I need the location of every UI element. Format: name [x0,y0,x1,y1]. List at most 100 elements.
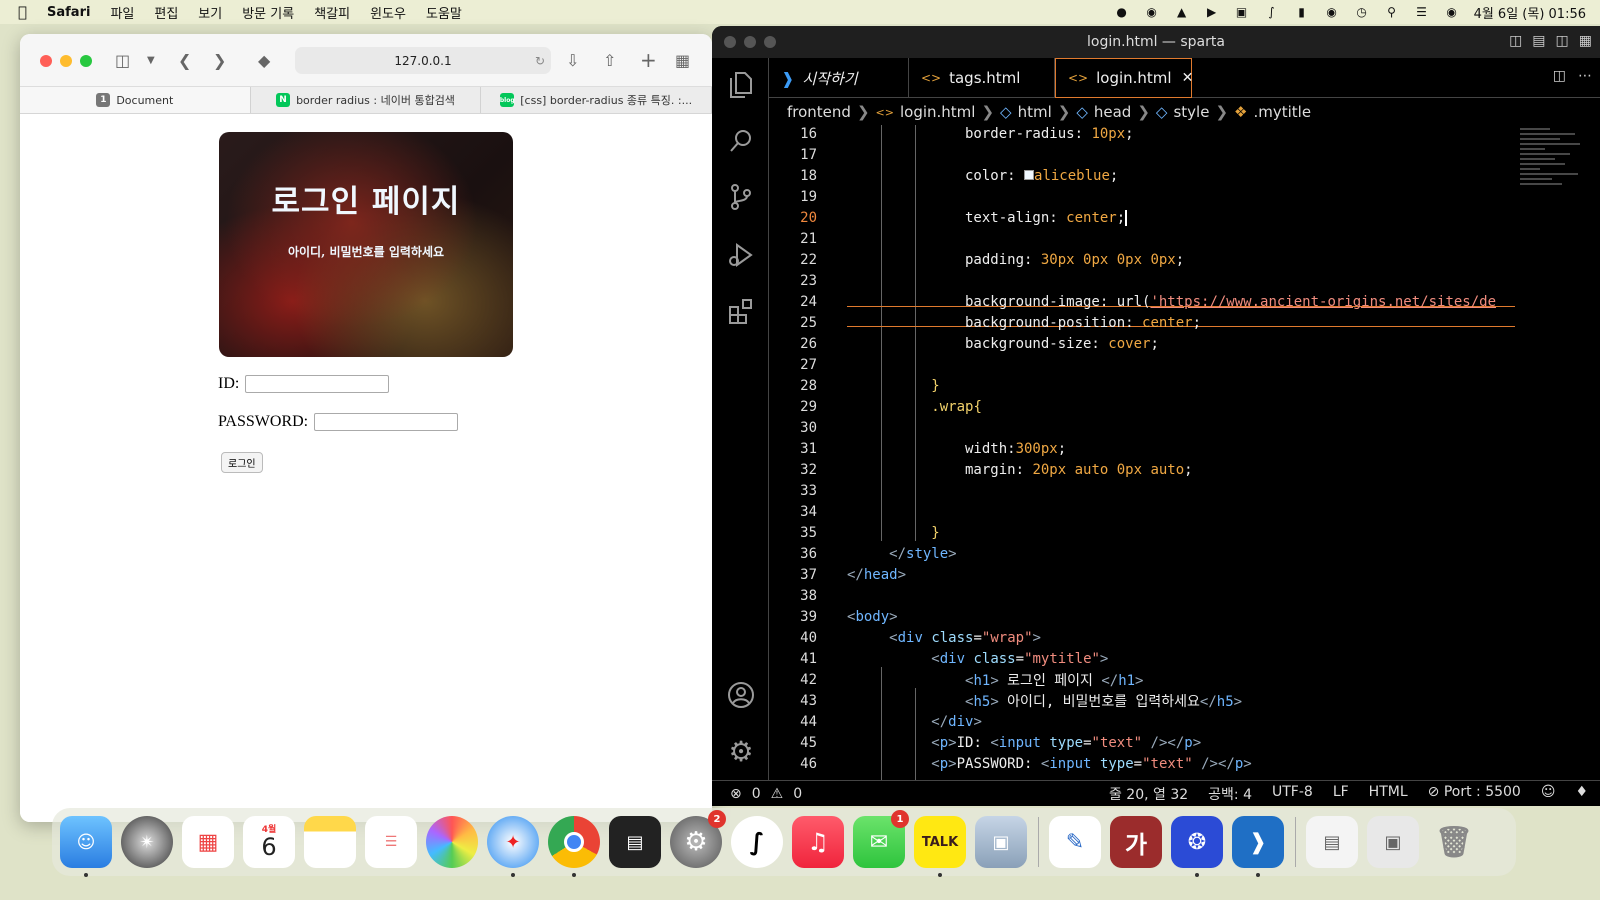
notifications-bell-icon[interactable]: ♦ [1575,784,1588,804]
menu-item-window[interactable]: 윈도우 [370,3,406,22]
finder-icon[interactable]: ☺ [60,816,112,877]
network-app-icon[interactable]: ❂ [1171,816,1223,877]
split-editor-icon[interactable]: ◫ [1553,68,1566,84]
music-icon[interactable]: ♫ [792,816,844,868]
bluetooth-icon[interactable]: ∫ [1264,5,1280,19]
status-app-icon[interactable]: ● [1114,5,1130,19]
menu-item-help[interactable]: 도움말 [426,3,462,22]
file-encoding[interactable]: UTF-8 [1272,784,1313,804]
input-source-icon[interactable]: ▣ [1234,5,1250,19]
close-tab-icon[interactable]: ✕ [1182,70,1194,86]
password-input[interactable] [314,413,459,431]
login-button[interactable]: 로그인 [221,452,263,473]
battery-icon[interactable]: ▮ [1294,5,1310,19]
source-control-icon[interactable] [726,182,756,212]
menu-item-view[interactable]: 보기 [198,3,222,22]
menu-item-bookmarks[interactable]: 책갈피 [314,3,350,22]
more-actions-icon[interactable]: ⋯ [1578,68,1592,84]
siri-icon[interactable]: ◉ [1444,5,1460,19]
breadcrumb-selector[interactable]: .mytitle [1253,103,1311,121]
problems-indicator[interactable]: ⊗ 0 ⚠ 0 [712,786,802,802]
zoom-window-button[interactable] [80,55,92,67]
minimap[interactable] [1520,125,1592,245]
indentation[interactable]: 공백: 4 [1208,784,1252,804]
launchpad-rocket-icon[interactable]: ✴ [121,816,173,868]
document-stack-icon[interactable]: ▤ [1306,816,1358,868]
address-bar[interactable]: 127.0.0.1 ↻ [295,47,551,74]
cursor-position[interactable]: 줄 20, 열 32 [1109,784,1188,804]
forward-arrow-icon[interactable]: ❯ [213,48,226,72]
kakaotalk-icon[interactable]: TALK [914,816,966,877]
minimize-window-button[interactable] [60,55,72,67]
control-center-icon[interactable]: ☰ [1414,5,1430,19]
toggle-sidebar-icon[interactable]: ◫ [1509,33,1522,49]
extensions-icon[interactable] [726,296,756,326]
menu-app-name[interactable]: Safari [47,5,90,20]
close-window-button[interactable] [40,55,52,67]
safari-compass-icon[interactable]: ✦ [487,816,539,877]
end-of-line[interactable]: LF [1333,784,1349,804]
run-debug-icon[interactable] [726,240,756,270]
feedback-icon[interactable]: ☺ [1541,784,1556,804]
search-icon[interactable] [726,126,756,156]
system-settings-icon[interactable]: ⚙ 2 [670,810,726,868]
close-window-button[interactable] [724,36,736,48]
code-editor[interactable]: 16 border-radius: 10px; 17 18 color: ali… [769,125,1600,780]
breadcrumb-style[interactable]: style [1173,103,1209,121]
menu-item-file[interactable]: 파일 [110,3,134,22]
dictionary-icon[interactable]: 가 [1110,816,1162,868]
breadcrumb-file[interactable]: login.html [900,103,975,121]
shortcut-app-icon[interactable]: ∫ [731,816,783,868]
calendar-icon[interactable]: 4월 6 [243,816,295,868]
toggle-secondary-sidebar-icon[interactable]: ◫ [1556,33,1569,49]
new-tab-icon[interactable]: + [640,48,657,72]
textedit-pen-icon[interactable]: ✎ [1049,816,1101,868]
back-arrow-icon[interactable]: ❮ [178,48,191,72]
notes-icon[interactable] [304,816,356,868]
safari-tab-naver[interactable]: N border radius : 네이버 통합검색 [251,87,482,113]
reload-icon[interactable]: ↻ [535,54,545,68]
status-record-icon[interactable]: ◉ [1144,5,1160,19]
menu-item-edit[interactable]: 편집 [154,3,178,22]
download-icon[interactable]: ⇩ [566,48,579,72]
vscode-icon[interactable]: ❱ [1232,816,1284,877]
tab-overview-icon[interactable]: ▦ [675,48,690,72]
trash-icon[interactable]: 🗑 [1428,816,1480,868]
play-icon[interactable]: ▶ [1204,5,1220,19]
piano-keys-icon[interactable]: ▤ [609,816,661,868]
apple-icon[interactable]:  [18,3,27,21]
explorer-icon[interactable] [726,70,756,100]
tab-login-html[interactable]: <> login.html ✕ [1055,58,1194,98]
status-vpn-icon[interactable]: ▲ [1174,5,1190,19]
wifi-icon[interactable]: ◉ [1324,5,1340,19]
account-icon[interactable] [726,680,756,710]
menu-clock[interactable]: 4월 6일 (목) 01:56 [1474,3,1586,22]
sidebar-toggle-icon[interactable]: ◫ [115,48,130,72]
breadcrumb-head[interactable]: head [1094,103,1131,121]
reminders-icon[interactable]: ☰ [365,816,417,868]
settings-gear-icon[interactable]: ⚙ [726,735,756,768]
safari-tab-document[interactable]: 1 Document [20,87,251,113]
breadcrumb-html[interactable]: html [1018,103,1052,121]
launchpad-grid-icon[interactable]: ▦ [182,816,234,868]
messages-icon[interactable]: ✉ 1 [853,810,909,868]
time-machine-icon[interactable]: ◷ [1354,5,1370,19]
safari-tab-blog[interactable]: blog [css] border-radius 종류 특징. :... [481,87,712,113]
toggle-panel-icon[interactable]: ▤ [1532,33,1545,49]
customize-layout-icon[interactable]: ▦ [1579,33,1592,49]
live-server-port[interactable]: ⊘ Port : 5500 [1428,784,1521,804]
chevron-down-icon[interactable]: ▼ [147,48,155,72]
language-mode[interactable]: HTML [1369,784,1408,804]
minimize-window-button[interactable] [744,36,756,48]
share-icon[interactable]: ⇧ [603,48,616,72]
spotlight-search-icon[interactable]: ⚲ [1384,5,1400,19]
screenshot-stack-icon[interactable]: ▣ [1367,816,1419,868]
shield-icon[interactable]: ◆ [258,48,270,72]
menu-item-history[interactable]: 방문 기록 [242,3,294,22]
preview-icon[interactable]: ▣ [975,816,1027,868]
tab-tags-html[interactable]: <> tags.html [909,58,1055,98]
id-input[interactable] [245,375,390,393]
zoom-window-button[interactable] [764,36,776,48]
photos-icon[interactable] [426,816,478,868]
chrome-icon[interactable] [548,816,600,877]
